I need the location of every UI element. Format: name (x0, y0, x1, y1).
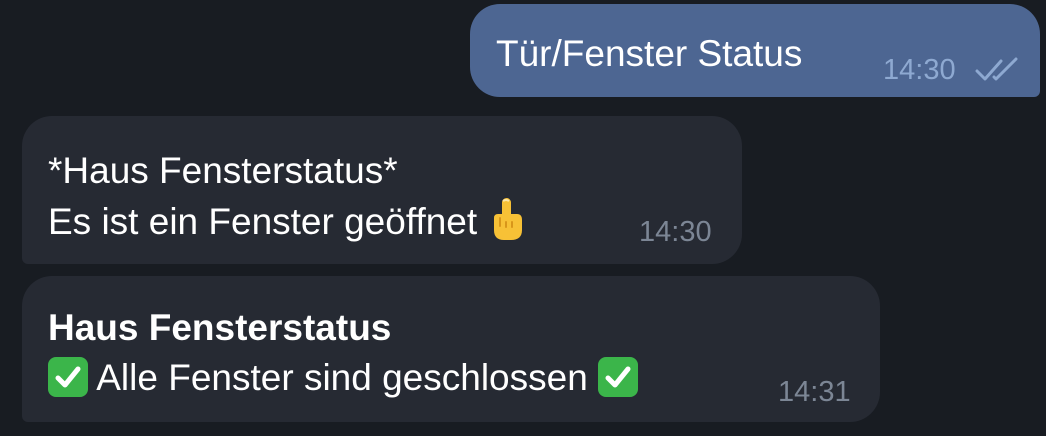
chat-view: Tür/Fenster Status 14:30 *Haus Fensterst… (0, 0, 1046, 436)
outgoing-message-bubble[interactable]: Tür/Fenster Status 14:30 (470, 4, 1040, 97)
incoming-message-bubble[interactable]: Haus Fensterstatus Alle Fenster sind ges… (22, 276, 880, 422)
message-line: Es ist ein Fenster geöffnet (48, 196, 527, 247)
incoming-message-bubble[interactable]: *Haus Fensterstatus* Es ist ein Fenster … (22, 116, 742, 264)
message-time: 14:30 (883, 54, 956, 86)
message-line-text: Es ist ein Fenster geöffnet (48, 201, 478, 242)
message-text: Haus Fensterstatus Alle Fenster sind ges… (48, 303, 639, 403)
message-line-text: Alle Fenster sind geschlossen (96, 357, 588, 398)
index-pointing-up-emoji (494, 198, 523, 240)
message-text: *Haus Fensterstatus* Es ist ein Fenster … (48, 146, 527, 247)
message-line: Alle Fenster sind geschlossen (48, 353, 639, 403)
message-time: 14:30 (639, 216, 712, 248)
message-text: Tür/Fenster Status (496, 33, 803, 74)
message-line: *Haus Fensterstatus* (48, 150, 398, 191)
message-line-bold: Haus Fensterstatus (48, 307, 392, 348)
double-check-icon (975, 57, 1018, 81)
check-mark-button-emoji (48, 357, 88, 397)
message-time: 14:31 (778, 376, 851, 408)
check-mark-button-emoji (598, 357, 639, 397)
